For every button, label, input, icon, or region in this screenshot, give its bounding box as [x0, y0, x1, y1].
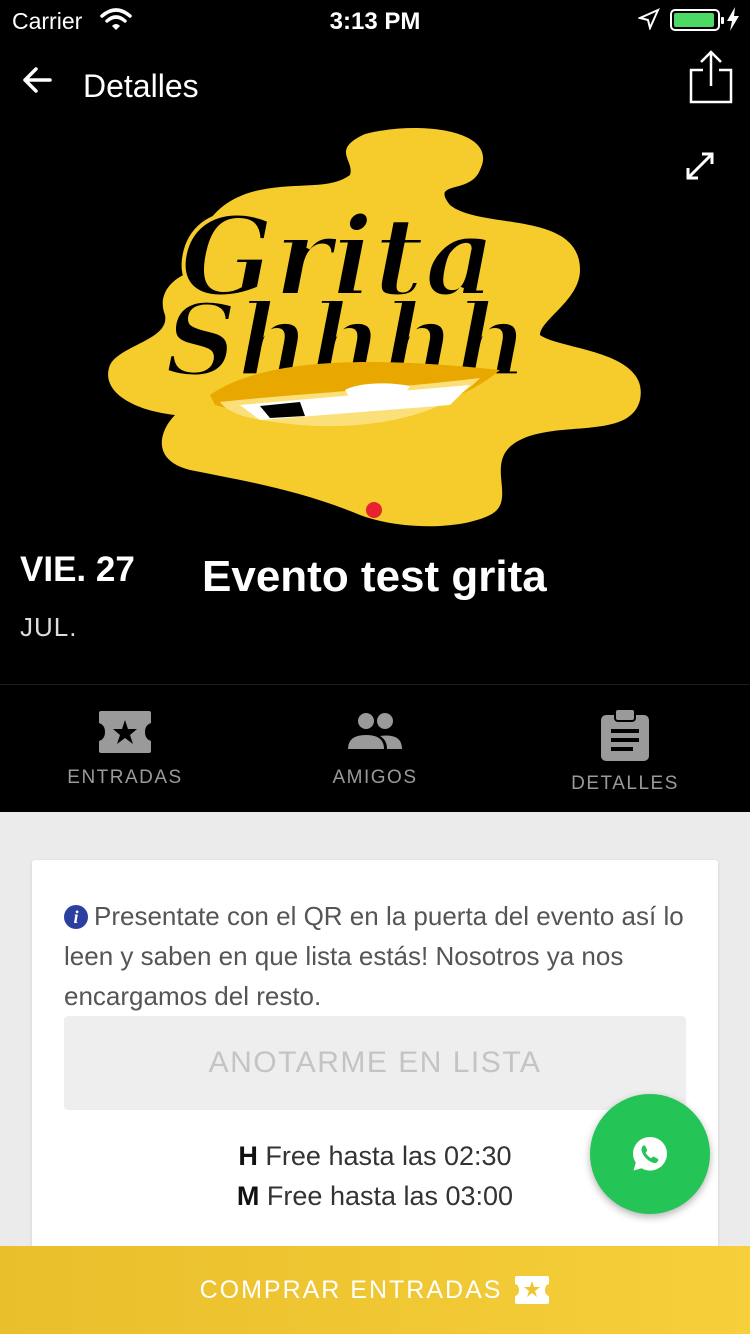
ticket-star-icon [515, 1276, 550, 1304]
price-text: Free hasta las 03:00 [266, 1181, 514, 1211]
price-text: Free hasta las 02:30 [265, 1141, 512, 1171]
event-date: VIE. 27 [20, 550, 135, 589]
comprar-entradas-label: COMPRAR ENTRADAS [199, 1275, 503, 1304]
people-icon [348, 713, 402, 749]
expand-icon[interactable] [684, 150, 716, 182]
navigation-bar: Detalles [0, 40, 750, 130]
tab-entradas[interactable]: ENTRADAS [0, 685, 250, 812]
page-title: Detalles [83, 68, 199, 104]
tab-detalles[interactable]: DETALLES [500, 685, 750, 812]
tab-bar: ENTRADAS AMIGOS DETALLES [0, 684, 750, 812]
back-arrow-icon[interactable] [20, 60, 60, 100]
info-message: i Presentate con el QR en la puerta del e… [64, 896, 694, 1016]
event-month: JUL. [20, 612, 78, 642]
anotarme-en-lista-button[interactable]: ANOTARME EN LISTA [64, 1016, 686, 1110]
grita-shhhh-logo: Grita Shhhh [108, 128, 641, 527]
info-icon: i [64, 905, 88, 929]
tab-entradas-label: ENTRADAS [67, 767, 183, 788]
event-title: Evento test grita [202, 552, 547, 601]
tab-amigos[interactable]: AMIGOS [250, 685, 500, 812]
tab-amigos-label: AMIGOS [332, 767, 418, 788]
ticket-icon [99, 711, 151, 753]
status-bar: Carrier 3:13 PM [0, 0, 750, 40]
comprar-entradas-button[interactable]: COMPRAR ENTRADAS [0, 1246, 750, 1334]
share-icon[interactable] [688, 50, 734, 104]
tab-detalles-label: DETALLES [571, 773, 679, 794]
info-text: Presentate con el QR en la puerta del ev… [64, 901, 684, 1011]
event-poster: Grita Shhhh [0, 120, 750, 540]
whatsapp-button[interactable] [590, 1094, 710, 1214]
location-arrow-icon [638, 8, 660, 30]
clipboard-icon [601, 709, 649, 761]
battery-icon [670, 9, 724, 31]
price-gender: M [236, 1181, 260, 1211]
price-gender: H [238, 1141, 258, 1171]
whatsapp-icon [633, 1137, 667, 1171]
charging-bolt-icon [727, 7, 739, 31]
